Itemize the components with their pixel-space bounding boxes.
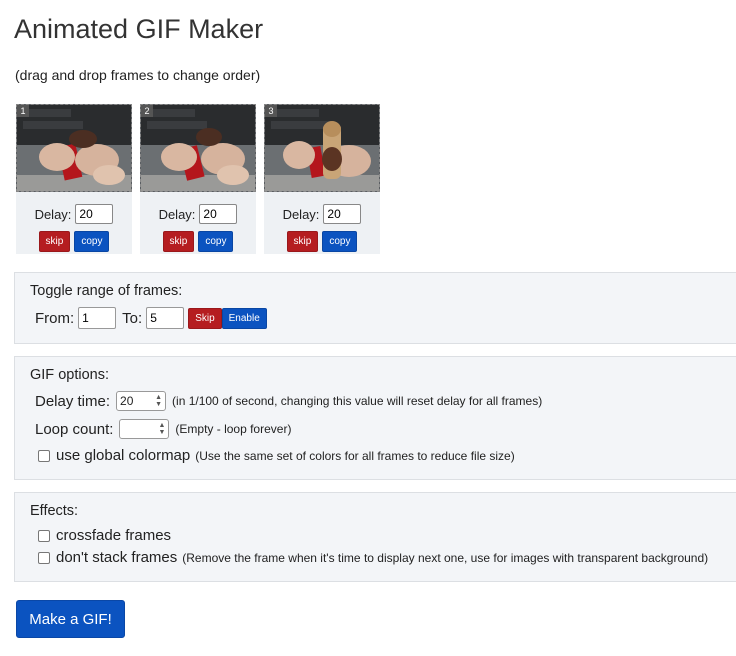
range-enable-button[interactable]: Enable bbox=[221, 307, 267, 329]
make-gif-button[interactable]: Make a GIF! bbox=[16, 600, 125, 638]
skip-button[interactable]: skip bbox=[162, 231, 195, 252]
toggle-range-title: Toggle range of frames: bbox=[30, 283, 183, 299]
range-skip-button[interactable]: Skip bbox=[188, 307, 222, 329]
loop-count-stepper[interactable]: ▲ ▼ bbox=[119, 419, 170, 439]
to-input[interactable] bbox=[146, 307, 185, 329]
frame-thumbnail-2[interactable]: 2 bbox=[140, 104, 256, 192]
stepper-arrows-icon[interactable]: ▲ ▼ bbox=[158, 422, 165, 436]
toggle-range-panel: Toggle range of frames: From: To: Skip E… bbox=[14, 272, 736, 344]
gif-options-title: GIF options: bbox=[30, 367, 109, 383]
skip-button[interactable]: skip bbox=[286, 231, 319, 252]
delay-time-label: Delay time: bbox=[35, 392, 111, 410]
global-colormap-checkbox[interactable] bbox=[38, 449, 50, 462]
copy-button[interactable]: copy bbox=[74, 231, 110, 252]
page-subtitle: (drag and drop frames to change order) bbox=[15, 67, 261, 83]
no-stack-note: (Remove the frame when it's time to disp… bbox=[182, 550, 709, 565]
delay-label: Delay: bbox=[34, 206, 72, 222]
frame-delay-input[interactable] bbox=[75, 204, 114, 224]
frame-card-3[interactable]: 3 Delay: skip copy bbox=[264, 104, 380, 254]
frame-thumbnail-3[interactable]: 3 bbox=[264, 104, 380, 192]
chocolate-bar-photo bbox=[141, 105, 255, 191]
effects-panel: Effects: crossfade frames don't stack fr… bbox=[14, 492, 736, 582]
delay-time-note: (in 1/100 of second, changing this value… bbox=[172, 394, 543, 408]
frame-thumbnail-1[interactable]: 1 bbox=[16, 104, 132, 192]
effects-title: Effects: bbox=[30, 503, 79, 519]
from-input[interactable] bbox=[78, 307, 117, 329]
frame-number-badge: 3 bbox=[265, 105, 277, 117]
global-colormap-note: (Use the same set of colors for all fram… bbox=[195, 448, 515, 463]
copy-button[interactable]: copy bbox=[198, 231, 234, 252]
chocolate-bar-photo bbox=[17, 105, 131, 191]
global-colormap-label[interactable]: use global colormap bbox=[56, 447, 190, 464]
chocolate-bar-photo bbox=[265, 105, 379, 191]
crossfade-label[interactable]: crossfade frames bbox=[56, 527, 171, 544]
from-label: From: bbox=[35, 309, 75, 327]
gif-options-panel: GIF options: Delay time: 20 ▲ ▼ (in 1/100… bbox=[14, 356, 736, 480]
to-label: To: bbox=[122, 309, 143, 327]
frame-list: 1 Delay: skip copy 2 bbox=[16, 104, 380, 254]
delay-time-value: 20 bbox=[120, 394, 134, 408]
page-title: Animated GIF Maker bbox=[14, 14, 264, 44]
delay-label: Delay: bbox=[158, 206, 196, 222]
loop-count-label: Loop count: bbox=[35, 420, 114, 438]
stepper-arrows-icon[interactable]: ▲ ▼ bbox=[155, 394, 162, 408]
frame-card-1[interactable]: 1 Delay: skip copy bbox=[16, 104, 132, 254]
loop-count-note: (Empty - loop forever) bbox=[175, 422, 292, 436]
crossfade-checkbox[interactable] bbox=[38, 529, 50, 542]
skip-button[interactable]: skip bbox=[38, 231, 71, 252]
frame-delay-input[interactable] bbox=[199, 204, 238, 224]
copy-button[interactable]: copy bbox=[322, 231, 358, 252]
no-stack-checkbox[interactable] bbox=[38, 551, 50, 564]
delay-label: Delay: bbox=[282, 206, 320, 222]
frame-number-badge: 2 bbox=[141, 105, 153, 117]
frame-card-2[interactable]: 2 Delay: skip copy bbox=[140, 104, 256, 254]
no-stack-label[interactable]: don't stack frames bbox=[56, 549, 177, 566]
frame-number-badge: 1 bbox=[17, 105, 29, 117]
delay-time-stepper[interactable]: 20 ▲ ▼ bbox=[116, 391, 167, 411]
frame-delay-input[interactable] bbox=[323, 204, 362, 224]
